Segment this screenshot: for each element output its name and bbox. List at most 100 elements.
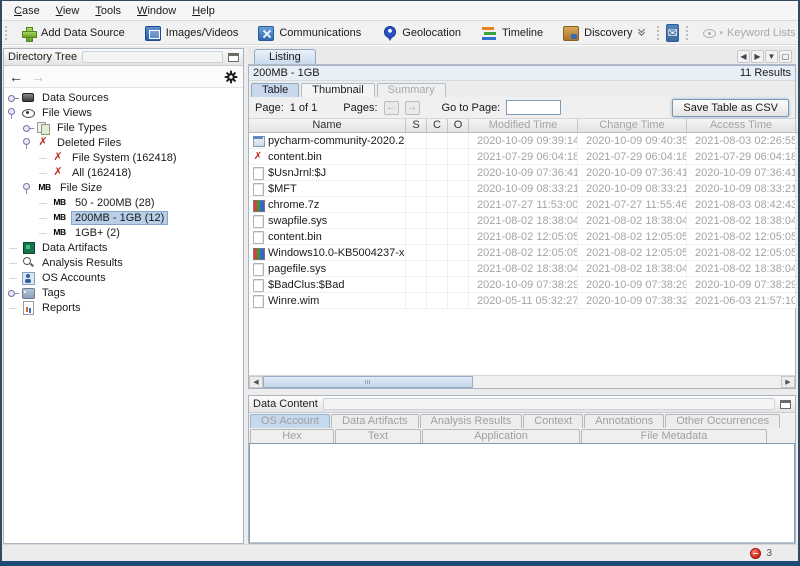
tab-listing[interactable]: Listing [254, 49, 316, 64]
tree-item-tags[interactable]: Tags [4, 285, 243, 300]
header-inset [323, 398, 775, 410]
tree-item-all-162418[interactable]: ✗All (162418) [4, 165, 243, 180]
table-row[interactable]: pycharm-community-2020.2.3.exe2020-10-09… [249, 133, 795, 149]
previous-page-button[interactable]: ← [384, 101, 399, 115]
discovery-icon [563, 26, 579, 41]
tree-item-50-200mb-28[interactable]: MB50 - 200MB (28) [4, 195, 243, 210]
back-arrow-button[interactable]: ← [9, 69, 23, 85]
table-row[interactable]: Windows10.0-KB5004237-x64.cab2021-08-02 … [249, 245, 795, 261]
tab-file-metadata[interactable]: File Metadata [581, 429, 767, 443]
modified-time-cell: 2021-08-02 12:05:05 GMT [469, 229, 578, 244]
scroll-left-icon[interactable]: ◀ [249, 376, 263, 388]
tab-os-account[interactable]: OS Account [250, 414, 330, 428]
score-cell [448, 197, 469, 212]
score-cell [427, 213, 448, 228]
toolbar-button-add-data-source[interactable]: Add Data Source [10, 21, 135, 45]
main-toolbar: Add Data SourceImages/VideosCommunicatio… [2, 21, 798, 46]
column-header-s[interactable]: S [406, 119, 427, 133]
scroll-tabs-right-icon[interactable]: ▶ [751, 50, 764, 63]
menu-help[interactable]: Help [184, 3, 223, 19]
tree-item-label: File Types [53, 121, 111, 135]
tree-item-deleted-files[interactable]: ✗Deleted Files [4, 135, 243, 150]
table-row[interactable]: chrome.7z2021-07-27 11:53:00 GMT2021-07-… [249, 197, 795, 213]
tab-text[interactable]: Text [335, 429, 421, 443]
app-body: Directory Tree ← → Data SourcesFil [2, 46, 798, 544]
table-row[interactable]: $BadClus:$Bad2020-10-09 07:38:29 GMT2020… [249, 277, 795, 293]
table-row[interactable]: $MFT2020-10-09 08:33:21 GMT2020-10-09 08… [249, 181, 795, 197]
score-cell [406, 149, 427, 164]
error-notification-icon[interactable] [750, 548, 761, 559]
maximize-window-icon[interactable]: ▢ [779, 50, 792, 63]
table-row[interactable]: swapfile.sys2021-08-02 18:38:04 GMT2021-… [249, 213, 795, 229]
column-header-modified-time[interactable]: Modified Time [469, 119, 578, 133]
tree-item-file-views[interactable]: File Views [4, 105, 243, 120]
tab-hex[interactable]: Hex [250, 429, 334, 443]
tab-annotations[interactable]: Annotations [584, 414, 664, 428]
column-header-c[interactable]: C [427, 119, 448, 133]
tab-summary[interactable]: Summary [377, 83, 446, 97]
tree-connector [37, 166, 50, 179]
tree-item-data-sources[interactable]: Data Sources [4, 90, 243, 105]
tab-other-occurrences[interactable]: Other Occurrences [665, 414, 780, 428]
menu-case[interactable]: Case [6, 3, 48, 19]
table-row[interactable]: ✗content.bin2021-07-29 06:04:18 GMT2021-… [249, 149, 795, 165]
float-window-icon[interactable] [228, 53, 239, 62]
tree-item-reports[interactable]: Reports [4, 300, 243, 315]
tab-context[interactable]: Context [523, 414, 583, 428]
expander-collapsed-icon[interactable] [7, 91, 20, 104]
menu-window[interactable]: Window [129, 3, 184, 19]
toolbar-button-images-videos[interactable]: Images/Videos [135, 21, 249, 45]
name-cell: content.bin [249, 229, 406, 244]
next-page-button[interactable]: → [405, 101, 420, 115]
expander-expanded-icon[interactable] [7, 106, 20, 119]
change-time-cell: 2021-07-29 06:04:18 GMT [578, 149, 687, 164]
file-views-icon [21, 106, 35, 119]
expander-expanded-icon[interactable] [22, 136, 35, 149]
forward-arrow-button[interactable]: → [31, 69, 45, 85]
tree-item-os-accounts[interactable]: OS Accounts [4, 270, 243, 285]
menu-view[interactable]: View [48, 3, 88, 19]
scrollbar-thumb[interactable] [263, 376, 473, 388]
file-types-icon [36, 121, 50, 134]
tab-list-dropdown-icon[interactable]: ▼ [765, 50, 778, 63]
toolbar-button-communications[interactable]: Communications [248, 21, 371, 45]
column-header-access-time[interactable]: Access Time [687, 119, 796, 133]
expander-collapsed-icon[interactable] [22, 121, 35, 134]
toolbar-button-timeline[interactable]: Timeline [471, 21, 553, 45]
gear-button[interactable] [224, 70, 238, 84]
toolbar-button-geolocation[interactable]: Geolocation [371, 21, 471, 45]
table-row[interactable]: pagefile.sys2021-08-02 18:38:04 GMT2021-… [249, 261, 795, 277]
tab-data-artifacts[interactable]: Data Artifacts [331, 414, 418, 428]
scroll-right-icon[interactable]: ▶ [781, 376, 795, 388]
tree-item-file-size[interactable]: MBFile Size [4, 180, 243, 195]
float-window-icon[interactable] [780, 400, 791, 409]
tab-thumbnail[interactable]: Thumbnail [301, 83, 374, 97]
tree-item-200mb-1gb-12[interactable]: MB200MB - 1GB (12) [4, 210, 243, 225]
toolbar-grip [655, 24, 661, 42]
column-header-change-time[interactable]: Change Time [578, 119, 687, 133]
tree-item-file-types[interactable]: File Types [4, 120, 243, 135]
table-row[interactable]: $UsnJrnl:$J2020-10-09 07:36:41 GMT2020-1… [249, 165, 795, 181]
table-row[interactable]: Winre.wim2020-05-11 05:32:27 GMT2020-10-… [249, 293, 795, 309]
tree-item-file-system-162418[interactable]: ✗File System (162418) [4, 150, 243, 165]
tree-item-data-artifacts[interactable]: Data Artifacts [4, 240, 243, 255]
tree-item-1gb-2[interactable]: MB1GB+ (2) [4, 225, 243, 240]
mail-button[interactable]: ✉ [666, 24, 678, 42]
tab-table[interactable]: Table [251, 83, 299, 97]
toolbar-button-discovery[interactable]: Discovery [553, 21, 654, 45]
scrollbar-track[interactable] [473, 376, 781, 388]
goto-page-input[interactable] [506, 100, 561, 115]
keyword-lists-button[interactable]: ▾ Keyword Lists [691, 27, 800, 39]
add-data-source-icon [20, 26, 36, 41]
tree-item-analysis-results[interactable]: Analysis Results [4, 255, 243, 270]
expander-expanded-icon[interactable] [22, 181, 35, 194]
tab-application[interactable]: Application [422, 429, 580, 443]
save-table-as-csv-button[interactable]: Save Table as CSV [672, 99, 789, 117]
scroll-tabs-left-icon[interactable]: ◀ [737, 50, 750, 63]
table-row[interactable]: content.bin2021-08-02 12:05:05 GMT2021-0… [249, 229, 795, 245]
menu-tools[interactable]: Tools [87, 3, 129, 19]
tab-analysis-results[interactable]: Analysis Results [420, 414, 523, 428]
column-header-o[interactable]: O [448, 119, 469, 133]
expander-collapsed-icon[interactable] [7, 286, 20, 299]
column-header-name[interactable]: Name [249, 119, 406, 133]
